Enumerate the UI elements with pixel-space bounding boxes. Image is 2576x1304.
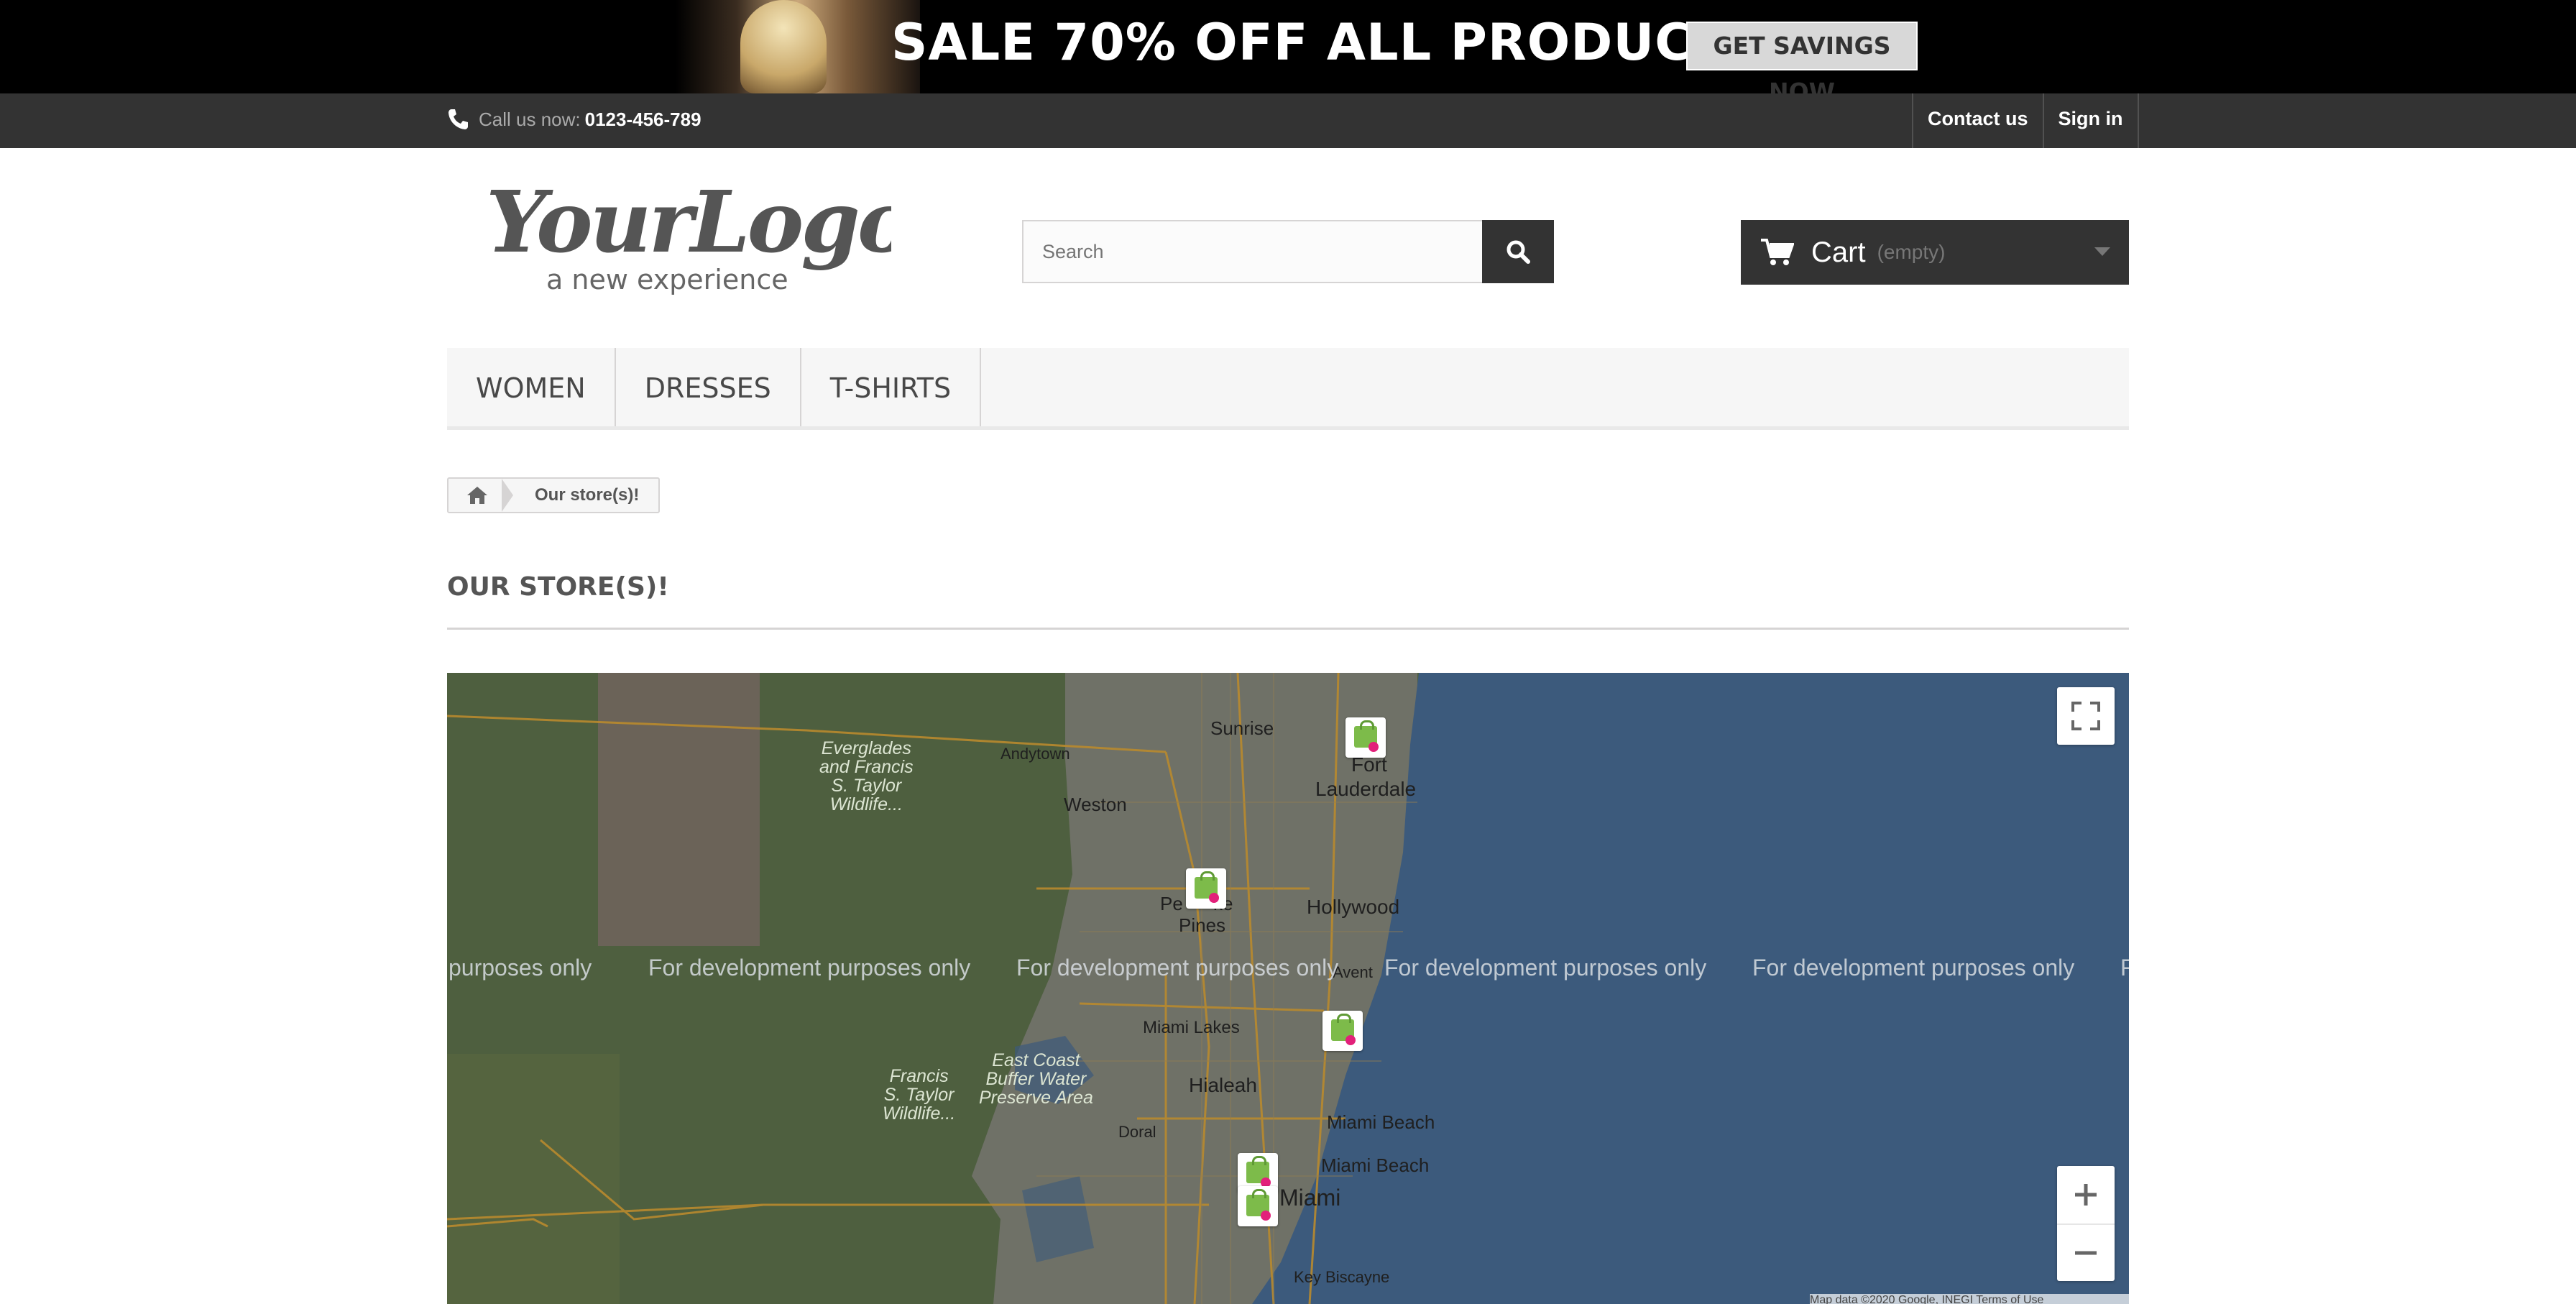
breadcrumb-current: Our store(s)! <box>535 485 640 505</box>
store-marker[interactable] <box>1322 1011 1363 1051</box>
place-miami-beach-1: Miami Beach <box>1327 1111 1435 1133</box>
menu-item-tshirts[interactable]: T-SHIRTS <box>801 348 982 426</box>
map-copyright[interactable]: Map data ©2020 Google, INEGI Terms of Us… <box>1810 1294 2129 1304</box>
store-map[interactable]: Sunrise Fort Lauderdale Andytown Weston … <box>447 673 2129 1304</box>
store-marker[interactable] <box>1238 1186 1278 1226</box>
call-prefix: Call us now: <box>479 108 581 130</box>
store-logo[interactable]: YourLogo a new experience <box>482 172 914 300</box>
plus-icon <box>2075 1184 2097 1206</box>
top-nav-bar <box>0 93 2576 148</box>
top-nav-links: Contact us Sign in <box>1912 93 2139 148</box>
place-doral: Doral <box>1118 1123 1156 1141</box>
dev-watermark: For development purposes only <box>648 955 971 981</box>
minus-icon <box>2075 1251 2097 1255</box>
place-sunrise: Sunrise <box>1210 717 1274 739</box>
chevron-down-icon <box>2094 247 2110 256</box>
place-pembroke-a: Pe <box>1160 893 1183 914</box>
store-marker[interactable] <box>1186 868 1226 909</box>
get-savings-button[interactable]: GET SAVINGS NOW <box>1686 22 1918 106</box>
menu-item-women[interactable]: WOMEN <box>447 348 616 426</box>
banner-headline: SALE 70% OFF ALL PRODUCTS <box>891 13 1765 72</box>
zoom-in-button[interactable] <box>2057 1166 2115 1225</box>
breadcrumb-home[interactable] <box>448 479 506 512</box>
search-button[interactable] <box>1482 220 1554 283</box>
cart-label: Cart <box>1811 236 1866 268</box>
banner-model-image <box>676 0 920 93</box>
breadcrumb: Our store(s)! <box>447 477 660 513</box>
menu-item-dresses[interactable]: DRESSES <box>616 348 801 426</box>
search-icon <box>1506 240 1530 264</box>
logo-main-text: YourLogo <box>486 178 891 272</box>
main-menu: WOMEN DRESSES T-SHIRTS <box>447 348 2129 430</box>
promo-banner[interactable]: SALE 70% OFF ALL PRODUCTS GET SAVINGS NO… <box>0 0 2576 106</box>
page-title: OUR STORE(S)! <box>447 572 2129 630</box>
breadcrumb-separator <box>502 479 513 512</box>
sign-in-link[interactable]: Sign in <box>2042 93 2139 148</box>
fullscreen-icon <box>2071 702 2100 730</box>
cart-block[interactable]: Cart (empty) <box>1741 220 2129 285</box>
call-us: Call us now: 0123-456-789 <box>447 105 702 134</box>
home-icon <box>467 487 487 504</box>
phone-icon <box>448 109 468 129</box>
place-everglades: Everglades and Francis S. Taylor Wildlif… <box>819 738 914 814</box>
search-input[interactable] <box>1022 220 1484 283</box>
zoom-out-button[interactable] <box>2057 1225 2115 1281</box>
dev-watermark: For development purposes only <box>1752 955 2075 981</box>
place-andytown: Andytown <box>1000 745 1070 763</box>
place-hollywood: Hollywood <box>1307 896 1400 918</box>
contact-us-link[interactable]: Contact us <box>1912 93 2043 148</box>
place-hialeah: Hialeah <box>1189 1074 1257 1096</box>
dev-watermark-row: purposes only For development purposes o… <box>447 955 2129 983</box>
cart-status: (empty) <box>1877 241 1946 263</box>
place-francis-taylor: Francis S. Taylor Wildlife... <box>883 1066 956 1124</box>
logo-tagline: a new experience <box>546 264 788 295</box>
dev-watermark: purposes only <box>448 955 592 981</box>
dev-watermark: For development purposes only <box>1384 955 1707 981</box>
place-lauderdale: Lauderdale <box>1315 778 1417 800</box>
cart-icon <box>1761 239 1794 265</box>
phone-number: 0123-456-789 <box>584 108 702 130</box>
place-miami-beach-2: Miami Beach <box>1321 1154 1430 1176</box>
place-key-biscayne: Key Biscayne <box>1294 1268 1390 1286</box>
place-miami-lakes: Miami Lakes <box>1143 1018 1240 1037</box>
fullscreen-button[interactable] <box>2057 687 2115 745</box>
place-pines: Pines <box>1179 914 1226 936</box>
dev-watermark: F <box>2120 955 2129 981</box>
place-east-coast-buffer: East Coast Buffer Water Preserve Area <box>979 1050 1093 1108</box>
zoom-controls <box>2057 1166 2115 1281</box>
place-weston: Weston <box>1064 794 1127 815</box>
dev-watermark: For development purposes only <box>1016 955 1339 981</box>
store-marker[interactable] <box>1346 717 1386 758</box>
place-miami: Miami <box>1279 1185 1341 1211</box>
